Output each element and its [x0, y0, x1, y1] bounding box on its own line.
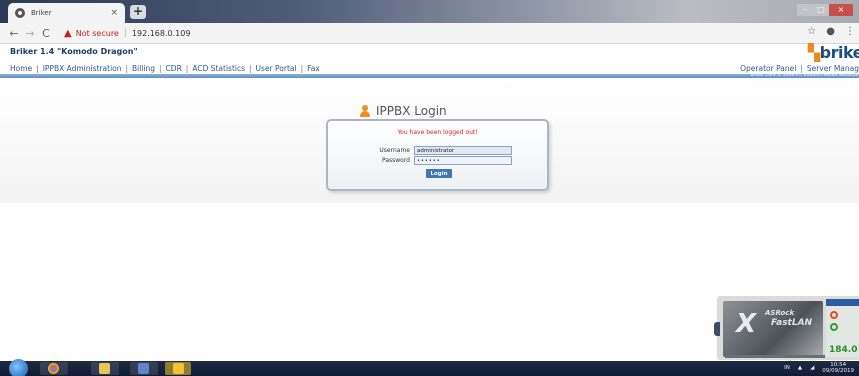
username-input[interactable]	[414, 146, 512, 155]
warning-icon: ▲	[64, 27, 72, 39]
chrome-icon	[48, 363, 59, 374]
logo-mark-icon: ▚	[807, 43, 820, 62]
menu-billing[interactable]: Billing	[132, 64, 155, 73]
widget-x-logo-icon: X	[736, 309, 757, 339]
taskbar-chrome[interactable]	[40, 362, 68, 375]
browser-toolbar: ← → C ▲ Not secure | 192.168.0.109 ☆ ● ⋮	[0, 23, 859, 44]
taskbar-app[interactable]	[130, 362, 158, 375]
profile-icon[interactable]: ●	[826, 26, 835, 37]
menu-fax[interactable]: Fax	[307, 64, 320, 73]
maximize-button[interactable]: □	[813, 4, 829, 16]
widget-panel: X ASRock FastLAN	[723, 301, 823, 357]
menu-acd-statistics[interactable]: ACD Statistics	[192, 64, 245, 73]
user-icon	[360, 105, 370, 117]
system-tray: IN ▲ ◢ 10:54 09/09/2019	[784, 362, 854, 374]
taskbar-explorer[interactable]	[91, 362, 119, 375]
menu-divider: |	[249, 64, 252, 73]
widget-handle[interactable]	[714, 322, 720, 336]
username-label: Username	[379, 147, 410, 154]
app-window-icon	[138, 363, 149, 374]
browser-tab[interactable]: Briker ×	[8, 3, 125, 23]
widget-brand: ASRock	[765, 309, 795, 317]
new-tab-button[interactable]: +	[130, 5, 146, 19]
address-separator: |	[123, 28, 127, 38]
logo-text: brike	[819, 43, 859, 62]
widget-value: 184.0	[829, 345, 858, 355]
login-form: You have been logged out! Username Passw…	[326, 119, 549, 191]
menu-ippbx-administration[interactable]: IPPBX Administration	[43, 64, 122, 73]
tray-arrow-icon[interactable]: ▲	[798, 365, 802, 371]
window-controls: – □ ×	[797, 4, 853, 16]
main-menu: Home | IPPBX Administration | Billing | CDR | AC…	[10, 64, 320, 73]
taskbar-network-tool[interactable]	[165, 362, 191, 375]
widget-stats: 184.0	[826, 299, 859, 357]
password-label: Password	[381, 157, 410, 164]
asrock-widget[interactable]: X ASRock FastLAN 184.0	[714, 296, 859, 360]
menu-divider: |	[300, 64, 304, 73]
browser-menu-icon[interactable]: ⋮	[845, 26, 855, 37]
minimize-button[interactable]: –	[797, 4, 813, 16]
network-tool-icon	[173, 363, 184, 374]
menu-divider: |	[125, 64, 129, 73]
close-window-button[interactable]: ×	[829, 4, 853, 16]
tab-title: Briker	[31, 9, 52, 17]
security-warning[interactable]: Not secure	[76, 29, 119, 38]
toolbar-actions: ☆ ● ⋮	[807, 26, 855, 37]
menu-divider: |	[36, 64, 39, 73]
clock[interactable]: 10:54 09/09/2019	[822, 362, 854, 374]
menu-divider: |	[800, 64, 803, 73]
tab-close-icon[interactable]: ×	[110, 8, 118, 18]
widget-status-bar	[826, 299, 859, 306]
tab-favicon-icon	[15, 8, 25, 18]
menu-operator-panel[interactable]: Operator Panel	[740, 64, 796, 73]
widget-product: FastLAN	[771, 318, 813, 328]
language-indicator[interactable]: IN	[784, 365, 790, 371]
reload-button[interactable]: C	[38, 27, 54, 40]
bookmark-star-icon[interactable]: ☆	[807, 26, 816, 37]
logout-message: You have been logged out!	[397, 129, 478, 136]
widget-upload-icon	[830, 311, 838, 319]
back-button[interactable]: ←	[6, 27, 22, 40]
start-button[interactable]	[9, 359, 28, 376]
password-input[interactable]	[414, 156, 512, 165]
browser-tabstrip: Briker × + – □ ×	[0, 0, 859, 23]
login-heading: IPPBX Login	[360, 104, 447, 118]
briker-logo: ▚brike	[808, 43, 859, 62]
clock-date: 09/09/2019	[822, 368, 854, 374]
login-button[interactable]: Login	[426, 169, 452, 178]
menu-server-manager[interactable]: Server Manag	[807, 64, 859, 73]
signal-icon[interactable]: ◢	[810, 365, 814, 371]
menu-divider: |	[185, 64, 189, 73]
menu-cdr[interactable]: CDR	[166, 64, 182, 73]
right-menu: Operator Panel | Server Manag	[740, 64, 859, 73]
app-title: Briker 1.4 "Komodo Dragon"	[10, 47, 138, 56]
menu-user-portal[interactable]: User Portal	[256, 64, 297, 73]
forward-button[interactable]: →	[22, 27, 38, 40]
widget-download-icon	[830, 323, 838, 331]
menu-home[interactable]: Home	[10, 64, 32, 73]
url-text[interactable]: 192.168.0.109	[132, 29, 191, 38]
taskbar: IN ▲ ◢ 10:54 09/09/2019	[0, 359, 859, 376]
widget-graph-icon	[725, 355, 825, 358]
login-title: IPPBX Login	[376, 104, 447, 118]
folder-icon	[99, 363, 110, 374]
menu-divider: |	[159, 64, 162, 73]
address-bar[interactable]: ▲ Not secure | 192.168.0.109	[64, 26, 824, 41]
